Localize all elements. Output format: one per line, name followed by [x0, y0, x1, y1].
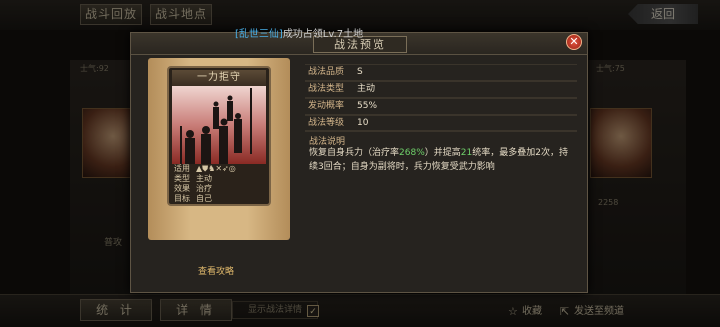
skill-card-art [172, 86, 266, 164]
info-row-type: 战法类型 主动 [305, 81, 577, 98]
world-notice: [乱世三仙]成功占领Lv.7土地 [235, 27, 363, 42]
stat-key: 目标 [174, 194, 190, 203]
soldiers-illustration-icon [180, 88, 252, 164]
info-row-chance: 发动概率 55% [305, 98, 577, 115]
description-text: 恢复自身兵力（治疗率268%）并提高21统率，最多叠加2次，持续3回合；自身为副… [309, 148, 568, 172]
troop-type-icons: ▲⛊♞✕➶◎ [196, 164, 236, 173]
view-guide-link[interactable]: 查看攻略 [198, 264, 234, 277]
stat-key: 类型 [174, 174, 190, 183]
stat-key: 效果 [174, 184, 190, 193]
info-row-quality: 战法品质 S [305, 64, 577, 81]
stat-key: 适用 [174, 164, 190, 173]
notice-text: 成功占领Lv.7土地 [282, 29, 364, 40]
stat-value: 自己 [196, 194, 212, 203]
skill-card-name: 一力拒守 [172, 70, 266, 86]
skill-card-stats: 适用 ▲⛊♞✕➶◎ 类型 主动 效果 治疗 目标 自己 [172, 164, 266, 204]
stat-value: 主动 [196, 174, 212, 183]
close-icon[interactable]: ✕ [566, 34, 582, 50]
stat-value: 治疗 [196, 184, 212, 193]
notice-tag: [乱世三仙] [235, 29, 283, 40]
